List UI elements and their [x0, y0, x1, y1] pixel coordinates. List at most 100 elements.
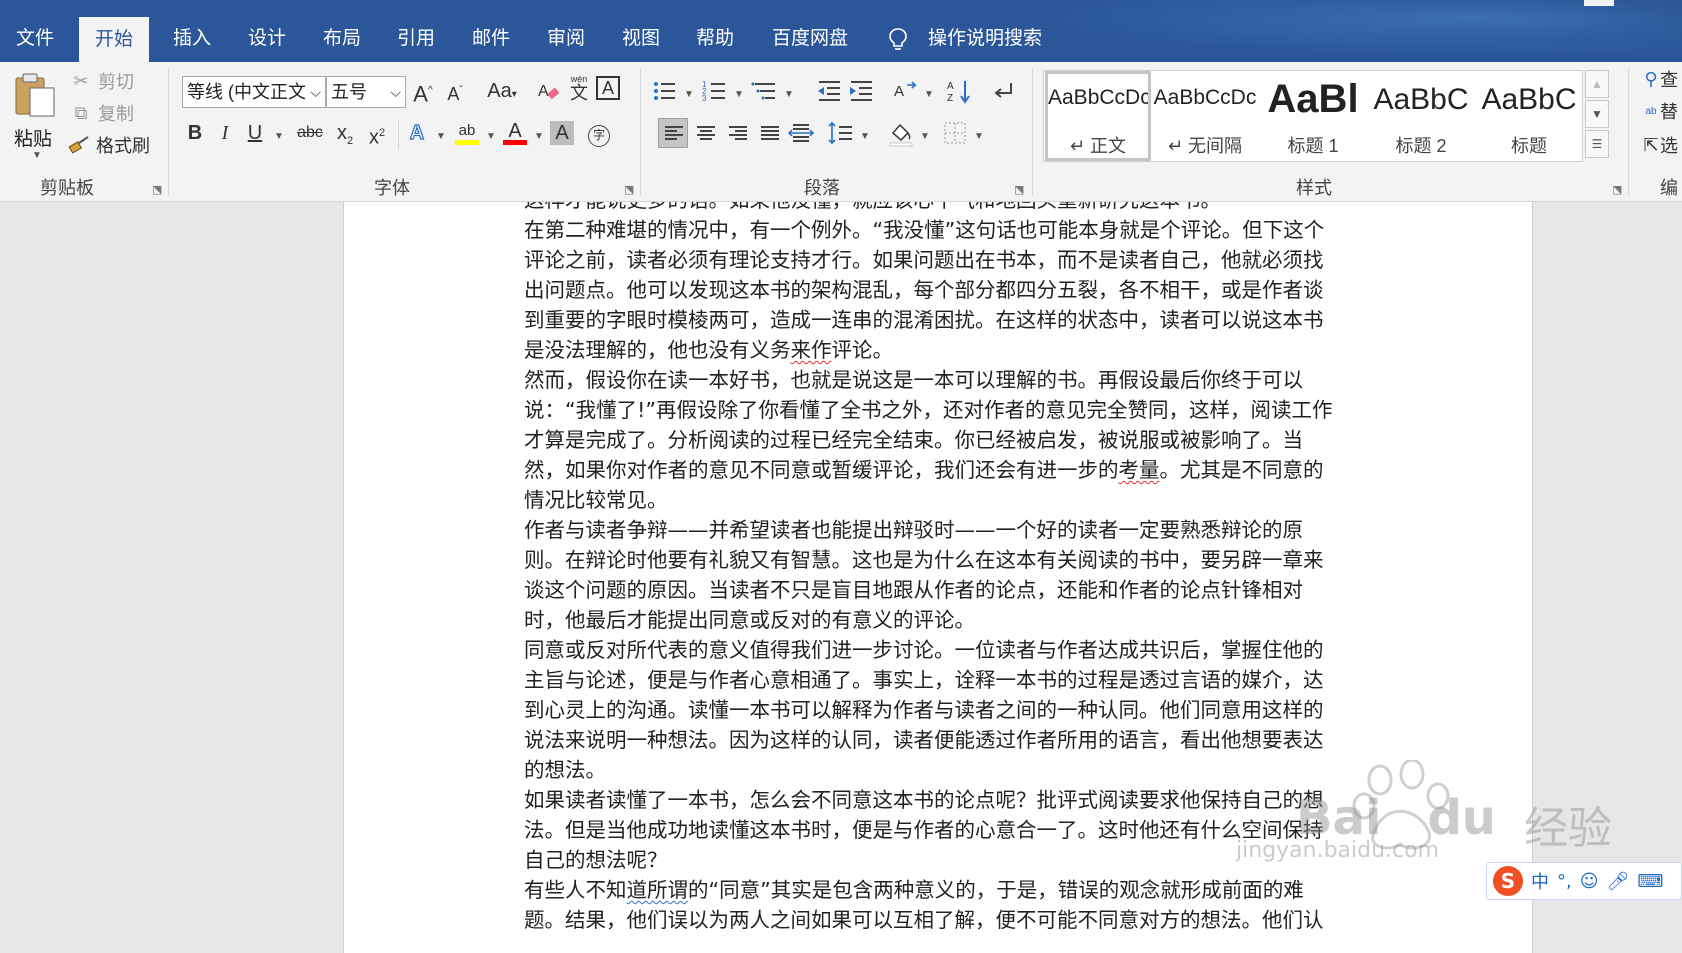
- tell-me-search[interactable]: 操作说明搜索: [912, 16, 1058, 62]
- font-size-combo[interactable]: 五号 ⌵: [326, 76, 406, 108]
- show-hide-marks-button[interactable]: [988, 76, 1018, 106]
- sort-button[interactable]: AZ: [944, 76, 974, 106]
- font-launcher-icon[interactable]: ⬔: [624, 183, 634, 196]
- sogou-logo-icon[interactable]: S: [1493, 866, 1523, 896]
- character-border-button[interactable]: A: [596, 76, 620, 100]
- chinese-layout-button[interactable]: A: [890, 76, 920, 106]
- line-spacing-dropdown-icon[interactable]: ▼: [860, 131, 870, 142]
- find-button[interactable]: ⚲ 查: [1642, 66, 1678, 92]
- format-painter-button[interactable]: 格式刷: [68, 132, 150, 158]
- document-line[interactable]: 题。结果，他们误以为两人之间如果可以互相了解，便不可能不同意对方的想法。他们认: [524, 906, 1354, 934]
- document-line[interactable]: 在第二种难堪的情况中，有一个例外。“我没懂”这句话也可能本身就是个评论。但下这个: [524, 216, 1354, 244]
- clear-formatting-button[interactable]: A: [534, 76, 564, 106]
- document-line[interactable]: 评论之前，读者必须有理论支持才行。如果问题出在书本，而不是读者自己，他就必须找: [524, 246, 1354, 274]
- phonetic-guide-button[interactable]: wén 文: [564, 74, 594, 104]
- document-line[interactable]: 才算是完成了。分析阅读的过程已经完全结束。你已经被启发，被说服或被影响了。当: [524, 426, 1354, 454]
- tab-references[interactable]: 引用: [381, 16, 451, 62]
- character-shading-button[interactable]: A: [550, 121, 574, 145]
- style-title[interactable]: AaBbC 标题: [1476, 71, 1582, 161]
- document-line[interactable]: 作者与读者争辩——并希望读者也能提出辩驳时——一个好的读者一定要熟悉辩论的原: [524, 516, 1354, 544]
- cut-button[interactable]: ✂ 剪切: [68, 68, 134, 94]
- style-no-spacing[interactable]: AaBbCcDc ↵ 无间隔: [1152, 71, 1258, 161]
- subscript-button[interactable]: x2: [330, 118, 360, 148]
- tab-mailings[interactable]: 邮件: [456, 16, 526, 62]
- document-line[interactable]: 说：“我懂了!”再假设除了你看懂了全书之外，还对作者的意见完全赞同，这样，阅读工…: [524, 396, 1354, 424]
- enclose-characters-button[interactable]: 字: [584, 118, 614, 148]
- superscript-button[interactable]: x2: [362, 118, 392, 149]
- emoji-icon[interactable]: ☺: [1580, 871, 1599, 892]
- chinese-layout-dropdown-icon[interactable]: ▼: [924, 89, 934, 100]
- highlight-button[interactable]: ab: [452, 116, 482, 146]
- tab-design[interactable]: 设计: [232, 16, 302, 62]
- ime-toolbar[interactable]: S 中 °, ☺ 🎤︎ ⌨: [1486, 862, 1682, 900]
- multilevel-list-button[interactable]: [750, 76, 780, 106]
- document-line[interactable]: 情况比较常见。: [524, 486, 1354, 514]
- document-line[interactable]: 自己的想法呢？: [524, 846, 1354, 874]
- style-normal[interactable]: AaBbCcDc ↵ 正文: [1045, 71, 1151, 161]
- document-line[interactable]: 法。但是当他成功地读懂这本书时，便是与作者的心意合一了。这时他还有什么空间保持: [524, 816, 1354, 844]
- style-heading-2[interactable]: AaBbC 标题 2: [1368, 71, 1474, 161]
- paste-dropdown-icon[interactable]: ▼: [32, 150, 42, 161]
- paste-button[interactable]: 粘贴 ▼: [8, 68, 58, 168]
- clipboard-launcher-icon[interactable]: ⬔: [152, 183, 162, 196]
- justify-button[interactable]: [754, 118, 784, 148]
- document-line[interactable]: 是没法理解的，他也没有义务来作评论。: [524, 336, 1354, 364]
- document-line[interactable]: 说法来说明一种想法。因为这样的认同，读者便能透过作者所用的语言，看出他想要表达: [524, 726, 1354, 754]
- document-line[interactable]: 则。在辩论时他要有礼貌又有智慧。这也是为什么在这本有关阅读的书中，要另辟一章来: [524, 546, 1354, 574]
- paragraph-launcher-icon[interactable]: ⬔: [1014, 183, 1024, 196]
- ime-mode-toggle[interactable]: 中: [1531, 868, 1549, 894]
- tab-file[interactable]: 文件: [0, 16, 70, 62]
- style-heading-1[interactable]: AaBl 标题 1: [1260, 71, 1366, 161]
- document-line[interactable]: 有些人不知道所谓的“同意”其实是包含两种意义的，于是，错误的观念就形成前面的难: [524, 876, 1354, 904]
- distributed-button[interactable]: [786, 118, 816, 148]
- select-button[interactable]: ⇱ 选: [1642, 132, 1678, 158]
- spelling-error-mark[interactable]: 考量: [1119, 458, 1160, 482]
- bullets-button[interactable]: [650, 76, 680, 106]
- font-color-button[interactable]: A: [500, 116, 530, 146]
- italic-button[interactable]: I: [210, 118, 240, 148]
- highlight-dropdown-icon[interactable]: ▼: [486, 131, 496, 142]
- styles-scroll-up-icon[interactable]: ▲: [1585, 70, 1609, 98]
- shading-button[interactable]: [886, 118, 916, 148]
- tab-baidu-netdisk[interactable]: 百度网盘: [756, 16, 864, 62]
- tab-home[interactable]: 开始: [79, 17, 150, 62]
- document-line[interactable]: 然而，假设你在读一本好书，也就是说这是一本可以理解的书。再假设最后你终于可以: [524, 366, 1354, 394]
- grow-font-button[interactable]: A^: [408, 76, 438, 106]
- bullets-dropdown-icon[interactable]: ▼: [684, 89, 694, 100]
- align-center-button[interactable]: [690, 118, 720, 148]
- keyboard-icon[interactable]: ⌨: [1637, 871, 1663, 892]
- tab-view[interactable]: 视图: [606, 16, 676, 62]
- spelling-error-mark[interactable]: 来作: [791, 338, 832, 362]
- strikethrough-button[interactable]: abc: [290, 118, 330, 148]
- tab-help[interactable]: 帮助: [680, 16, 750, 62]
- tab-review[interactable]: 审阅: [531, 16, 601, 62]
- document-line[interactable]: 这样才能说更多的话。如果他没懂，就应该心平气和地回头重新研究这本书。: [524, 202, 1354, 214]
- underline-dropdown-icon[interactable]: ▼: [274, 131, 284, 142]
- document-line[interactable]: 如果读者读懂了一本书，怎么会不同意这本书的论点呢？批评式阅读要求他保持自己的想: [524, 786, 1354, 814]
- document-line[interactable]: 同意或反对所代表的意义值得我们进一步讨论。一位读者与作者达成共识后，掌握住他的: [524, 636, 1354, 664]
- multilevel-dropdown-icon[interactable]: ▼: [784, 89, 794, 100]
- document-line[interactable]: 时，他最后才能提出同意或反对的有意义的评论。: [524, 606, 1354, 634]
- align-right-button[interactable]: [722, 118, 752, 148]
- document-line[interactable]: 谈这个问题的原因。当读者不只是盲目地跟从作者的论点，还能和作者的论点针锋相对: [524, 576, 1354, 604]
- align-left-button[interactable]: [658, 118, 688, 148]
- change-case-button[interactable]: Aa▾: [480, 76, 524, 106]
- replace-button[interactable]: ab 替: [1642, 98, 1678, 124]
- document-line[interactable]: 到心灵上的沟通。读懂一本书可以解释为作者与读者之间的一种认同。他们同意用这样的: [524, 696, 1354, 724]
- ime-punctuation-toggle[interactable]: °,: [1557, 871, 1572, 892]
- bold-button[interactable]: B: [180, 118, 210, 148]
- underline-button[interactable]: U: [240, 118, 270, 148]
- tab-layout[interactable]: 布局: [307, 16, 377, 62]
- styles-more-icon[interactable]: ☰: [1585, 130, 1609, 158]
- decrease-indent-button[interactable]: [814, 76, 844, 106]
- shading-dropdown-icon[interactable]: ▼: [920, 131, 930, 142]
- numbering-dropdown-icon[interactable]: ▼: [734, 89, 744, 100]
- microphone-icon[interactable]: 🎤︎: [1607, 871, 1630, 892]
- shrink-font-button[interactable]: Aˇ: [440, 76, 470, 106]
- font-color-dropdown-icon[interactable]: ▼: [534, 131, 544, 142]
- document-line[interactable]: 主旨与论述，便是与作者心意相通了。事实上，诠释一本书的过程是透过言语的媒介，达: [524, 666, 1354, 694]
- borders-dropdown-icon[interactable]: ▼: [974, 131, 984, 142]
- line-spacing-button[interactable]: [826, 118, 856, 148]
- text-effects-dropdown-icon[interactable]: ▼: [436, 131, 446, 142]
- text-effects-button[interactable]: A: [402, 118, 432, 148]
